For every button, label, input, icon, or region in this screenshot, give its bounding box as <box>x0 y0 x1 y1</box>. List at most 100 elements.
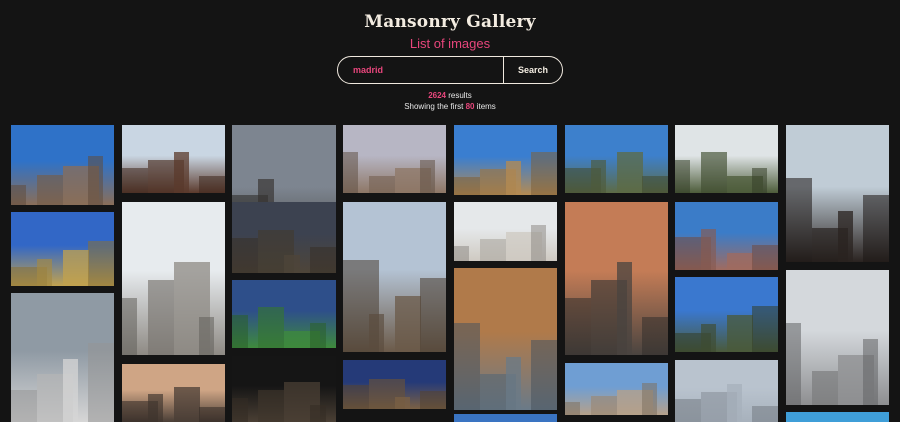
gallery-image-red-wall-post[interactable] <box>786 270 889 405</box>
gallery-image-white-palace-facade[interactable] <box>454 202 557 261</box>
results-label: results <box>446 91 472 100</box>
image-detail <box>420 278 446 352</box>
image-detail <box>37 175 63 205</box>
image-detail <box>752 245 778 270</box>
search-input[interactable] <box>338 57 504 83</box>
image-detail <box>642 317 668 355</box>
image-detail <box>701 152 727 193</box>
image-detail <box>675 399 701 422</box>
image-detail <box>174 152 189 193</box>
gallery-image-metropolis-night[interactable] <box>232 202 336 273</box>
image-detail <box>642 176 668 193</box>
image-detail <box>565 298 591 355</box>
image-detail <box>284 255 300 273</box>
image-detail <box>863 339 878 405</box>
image-detail <box>148 280 174 355</box>
image-detail <box>232 238 258 273</box>
image-detail <box>11 185 26 205</box>
image-detail <box>88 343 114 422</box>
image-detail <box>786 178 812 262</box>
image-detail <box>727 253 753 270</box>
gallery-image-airport-terminal-roof[interactable] <box>454 268 557 410</box>
image-detail <box>310 323 326 348</box>
gallery-image-plaza-mayor-facade[interactable] <box>122 125 225 193</box>
image-detail <box>701 229 716 270</box>
gallery-image-blue-sky-strip[interactable] <box>786 412 889 422</box>
image-detail <box>531 152 557 195</box>
gallery-image-rooftops-sunset[interactable] <box>343 125 446 193</box>
image-detail <box>395 296 421 352</box>
image-detail <box>454 246 469 261</box>
image-detail <box>454 177 480 195</box>
image-detail <box>199 317 214 355</box>
image-detail <box>11 390 37 422</box>
gallery-image-pink-buildings-street[interactable] <box>675 202 778 270</box>
search-button[interactable]: Search <box>504 57 562 83</box>
image-detail <box>675 160 690 193</box>
image-detail <box>258 390 284 422</box>
gallery-image-puerta-alcala-blue[interactable] <box>11 212 114 286</box>
results-count: 2624 results <box>0 91 900 100</box>
showing-prefix: Showing the first <box>404 102 466 111</box>
gallery-image-church-night[interactable] <box>232 356 336 422</box>
gallery-image-sunset-cityscape[interactable] <box>565 202 668 355</box>
image-detail <box>617 262 632 355</box>
image-detail <box>727 315 753 352</box>
image-detail <box>863 195 889 262</box>
gallery-image-palace-garden-trees[interactable] <box>675 125 778 193</box>
image-detail <box>343 385 369 409</box>
image-detail <box>752 406 778 422</box>
image-detail <box>199 176 225 193</box>
image-detail <box>752 168 767 193</box>
image-detail <box>531 225 546 261</box>
gallery-image-ornate-building-street[interactable] <box>454 125 557 195</box>
image-detail <box>122 298 137 355</box>
image-detail <box>752 306 778 352</box>
image-detail <box>838 211 853 262</box>
gallery-image-royal-palace-trees[interactable] <box>565 125 668 193</box>
gallery-image-stadium-aerial[interactable] <box>232 280 336 348</box>
image-detail <box>310 405 326 422</box>
image-detail <box>63 359 78 422</box>
image-detail <box>786 323 801 405</box>
gallery-image-skyline-from-above[interactable] <box>343 202 446 352</box>
image-detail <box>37 259 52 286</box>
image-detail <box>63 250 89 286</box>
image-detail <box>480 239 506 261</box>
image-detail <box>88 241 114 286</box>
gallery-image-crosswalk-man[interactable] <box>11 293 114 422</box>
image-detail <box>812 371 838 405</box>
image-detail <box>565 402 580 415</box>
image-detail <box>454 323 480 410</box>
page-subtitle: List of images <box>409 36 491 51</box>
image-detail <box>591 396 617 415</box>
image-detail <box>122 168 148 193</box>
image-detail <box>420 160 435 193</box>
gallery-image-city-panorama-blue-sky[interactable] <box>11 125 114 205</box>
gallery-image-metropolis-dome[interactable] <box>122 202 225 355</box>
image-detail <box>642 383 657 415</box>
image-detail <box>174 387 200 422</box>
gallery-image-arch-view-cathedral[interactable] <box>786 125 889 262</box>
image-detail <box>310 247 336 273</box>
image-detail <box>88 156 103 205</box>
gallery-image-castle-hill-dusk[interactable] <box>343 360 446 409</box>
image-detail <box>420 391 446 409</box>
gallery-image-dusk-tower-building[interactable] <box>122 364 225 422</box>
gallery-image-sky-strip[interactable] <box>454 414 557 422</box>
image-detail <box>232 398 248 422</box>
image-detail <box>701 324 716 352</box>
image-detail <box>395 397 410 409</box>
results-number: 2624 <box>428 91 446 100</box>
page-title: Mansonry Gallery <box>364 12 536 32</box>
search-form: Search <box>337 56 563 84</box>
gallery-image-cloudy-sky[interactable] <box>675 360 778 422</box>
image-detail <box>258 307 284 348</box>
image-detail <box>343 152 358 193</box>
gallery-image-town-panorama[interactable] <box>565 363 668 415</box>
showing-count: Showing the first 80 items <box>0 102 900 111</box>
image-detail <box>199 407 225 422</box>
image-detail <box>727 384 742 422</box>
image-detail <box>506 357 521 410</box>
gallery-image-statue-blue-sky[interactable] <box>675 277 778 352</box>
